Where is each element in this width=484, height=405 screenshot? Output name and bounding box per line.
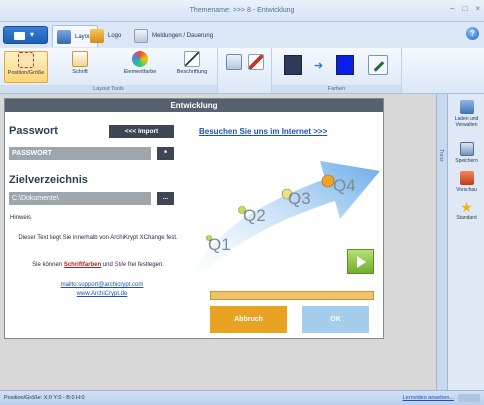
- ok-button[interactable]: OK: [302, 306, 369, 333]
- mail-icon[interactable]: [226, 54, 242, 70]
- element-color-button[interactable]: Elementfarbe: [118, 51, 162, 83]
- window-title: Themename: >>> 8 - Entwicklung: [189, 7, 295, 14]
- preview-dialog: Entwicklung Q1 Q2 Q3 Q4 Passwort <<< Imp…: [4, 98, 384, 339]
- title-bar: Themename: >>> 8 - Entwicklung – □ ×: [0, 0, 484, 22]
- chevron-down-icon: ▾: [30, 30, 35, 39]
- preview-button[interactable]: Vorschau: [449, 171, 484, 193]
- play-icon: [357, 256, 366, 268]
- directory-field[interactable]: C:\Dokumente\: [9, 192, 151, 205]
- right-panel-strip[interactable]: Trenz: [437, 94, 448, 390]
- color-to-swatch[interactable]: [336, 55, 354, 75]
- position-size-label: Position/Größe: [7, 70, 45, 76]
- eyedropper-icon[interactable]: [368, 55, 388, 75]
- standard-button[interactable]: ★ Standard: [449, 200, 484, 221]
- load-manage-button[interactable]: Laden und Verwalten: [449, 100, 484, 128]
- eyedropper-shape: [373, 61, 385, 72]
- hint-label: Hinweis: [10, 215, 32, 221]
- tab-messages-label: Meldungen / Dauerung: [152, 33, 214, 39]
- tab-messages[interactable]: Meldungen / Dauerung: [130, 25, 217, 47]
- progress-bar: [210, 291, 374, 300]
- folder-open-icon: [459, 100, 474, 114]
- maximize-button[interactable]: □: [462, 4, 467, 13]
- mail-link[interactable]: mailto:support@archicrypt.com: [17, 282, 187, 288]
- design-canvas: Entwicklung Q1 Q2 Q3 Q4 Passwort <<< Imp…: [0, 94, 436, 390]
- hint-text-2: Sie können Schriftfarben und Stile frei …: [9, 262, 187, 268]
- cancel-button[interactable]: Abbruch: [210, 306, 287, 333]
- label-button[interactable]: Beschriftung: [170, 51, 214, 83]
- load-manage-label: Laden und Verwalten: [454, 116, 479, 128]
- hint-emph-colors: Schriftfarben: [63, 262, 102, 268]
- standard-label: Standard: [456, 215, 477, 221]
- internet-link[interactable]: Besuchen Sie uns im Internet >>>: [199, 127, 327, 136]
- preview-label: Vorschau: [456, 187, 477, 193]
- brush-icon[interactable]: [248, 54, 264, 70]
- right-panel: Trenz Laden und Verwalten Speichern Vors…: [436, 94, 484, 390]
- color-from-swatch[interactable]: [284, 55, 302, 75]
- close-button[interactable]: ×: [475, 4, 480, 13]
- password-reveal-button[interactable]: *: [157, 147, 174, 160]
- right-panel-strip-label: Trenz: [438, 149, 444, 162]
- font-button[interactable]: Schrift: [60, 51, 100, 83]
- help-button[interactable]: ?: [466, 27, 479, 40]
- video-link[interactable]: Lernvideo ansehen...: [403, 395, 454, 401]
- browse-button[interactable]: ...: [157, 192, 174, 205]
- font-label: Schrift: [72, 69, 88, 75]
- import-button[interactable]: <<< Import: [109, 125, 174, 138]
- group-farben-label: Farben: [272, 85, 401, 93]
- directory-label: Zielverzeichnis: [9, 174, 88, 186]
- quarter-label-q2: Q2: [243, 206, 266, 225]
- preview-icon: [459, 171, 474, 185]
- zoom-slider[interactable]: [458, 394, 480, 402]
- position-size-button[interactable]: Position/Größe: [4, 51, 48, 83]
- hint-text-2c: und: [101, 262, 115, 268]
- quarter-label-q4: Q4: [333, 176, 356, 195]
- arrow-right-icon: ➜: [314, 60, 324, 72]
- messages-icon: [134, 29, 148, 43]
- status-text: Position/Größe: X:0 Y:0 - B:0 H:0: [4, 395, 85, 401]
- group-layout-tools-label: Layout Tools: [0, 85, 217, 93]
- group-farben: ➜ Farben: [272, 48, 402, 94]
- minimize-button[interactable]: –: [450, 4, 454, 13]
- font-icon: [72, 51, 88, 67]
- tab-logo[interactable]: Logo: [86, 25, 125, 47]
- save-label: Speichern: [455, 158, 478, 164]
- logo-icon: [90, 29, 104, 43]
- password-label: Passwort: [9, 125, 58, 137]
- element-color-label: Elementfarbe: [123, 69, 157, 75]
- group-layout-tools: Position/Größe Schrift Elementfarbe Besc…: [0, 48, 218, 94]
- star-icon: ★: [460, 199, 473, 215]
- save-button[interactable]: Speichern: [449, 142, 484, 164]
- dialog-title: Entwicklung: [5, 99, 383, 112]
- ribbon-tabs: ▾ Layout Logo Meldungen / Dauerung ?: [0, 22, 484, 48]
- status-bar: Position/Größe: X:0 Y:0 - B:0 H:0 Lernvi…: [0, 390, 484, 405]
- save-icon: [459, 142, 474, 156]
- hint-text-2a: Sie können: [32, 262, 64, 268]
- layout-icon: [57, 29, 71, 44]
- hint-text-2e: frei festlegen.: [126, 262, 164, 268]
- hint-emph-styles: Stile: [114, 262, 127, 268]
- label-icon: [184, 51, 200, 67]
- ribbon-panel: Position/Größe Schrift Elementfarbe Besc…: [0, 48, 484, 94]
- label-label: Beschriftung: [176, 69, 208, 75]
- tab-logo-label: Logo: [108, 33, 122, 39]
- app-menu-icon: [14, 32, 25, 40]
- hint-text-1: Dieser Text liegt Sie innerhalb von Arch…: [18, 235, 178, 241]
- play-button[interactable]: [347, 249, 374, 274]
- position-size-icon: [18, 52, 34, 68]
- password-field[interactable]: PASSWORT: [9, 147, 151, 160]
- quarter-label-q3: Q3: [288, 189, 311, 208]
- web-link[interactable]: www.ArchiCrypt.de: [17, 291, 187, 297]
- quarter-label-q1: Q1: [208, 235, 231, 254]
- element-color-icon: [132, 51, 148, 67]
- app-menu-button[interactable]: ▾: [3, 26, 48, 44]
- group-mail: [218, 48, 272, 94]
